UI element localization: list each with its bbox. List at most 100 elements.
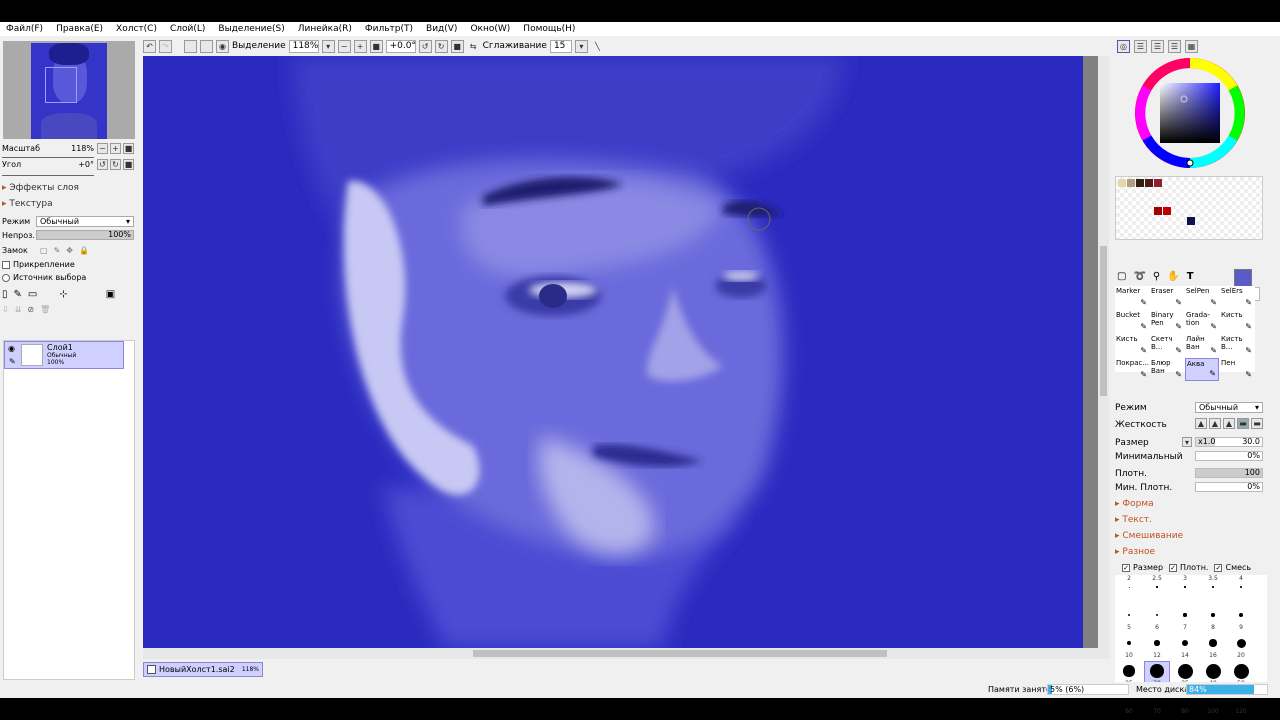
brush-size-dot[interactable] bbox=[1205, 663, 1221, 679]
brush-size-dot[interactable] bbox=[1233, 663, 1249, 679]
brush-tool[interactable]: Блюр Ван ✎ bbox=[1150, 358, 1184, 381]
invert-selection-button[interactable] bbox=[200, 39, 213, 53]
texture-section[interactable]: Текстура bbox=[2, 199, 52, 209]
brush-mode-select[interactable]: Обычный ▾ bbox=[1195, 402, 1263, 413]
lock-move-icon[interactable]: ✥ bbox=[66, 246, 73, 255]
menu-canvas[interactable]: Холст(C) bbox=[116, 24, 157, 34]
rect-select-icon[interactable]: ▢ bbox=[1117, 271, 1126, 282]
texture-section[interactable]: Текст. bbox=[1115, 515, 1152, 525]
brush-tool[interactable]: Покрас... ✎ bbox=[1115, 358, 1149, 381]
rotation-field[interactable]: +0.0° bbox=[385, 39, 416, 53]
undo-button[interactable]: ↶ bbox=[143, 39, 156, 53]
zoom-field[interactable]: 118% bbox=[288, 39, 319, 53]
deselect-button[interactable] bbox=[184, 39, 197, 53]
brush-size-dot[interactable] bbox=[1212, 586, 1214, 588]
brush-size-dot[interactable] bbox=[1183, 613, 1187, 617]
brush-size-dot[interactable] bbox=[1236, 638, 1246, 648]
line-tool-icon[interactable]: ╲ bbox=[591, 40, 604, 53]
horizontal-scrollbar[interactable] bbox=[143, 648, 1098, 659]
drawing-canvas[interactable] bbox=[143, 56, 1083, 648]
new-linework-layer-icon[interactable]: ✎ bbox=[14, 289, 22, 300]
menu-edit[interactable]: Правка(E) bbox=[56, 24, 103, 34]
zoom-reset-button[interactable]: ■ bbox=[369, 39, 383, 53]
opacity-slider[interactable]: 100% bbox=[36, 230, 134, 240]
brush-tool[interactable]: SelPen ✎ bbox=[1185, 286, 1219, 309]
brush-size-dot[interactable] bbox=[1150, 664, 1164, 678]
rotate-right-button[interactable]: ↻ bbox=[434, 39, 448, 53]
text-tool-icon[interactable]: T bbox=[1187, 271, 1194, 282]
blend-mode-select[interactable]: Обычный ▾ bbox=[36, 216, 134, 227]
swatch[interactable] bbox=[1118, 179, 1126, 187]
brush-size-dot[interactable] bbox=[1128, 586, 1130, 588]
hsv-slider-tab[interactable]: ☰ bbox=[1151, 40, 1164, 53]
brush-tool[interactable]: Grada- tion ✎ bbox=[1185, 310, 1219, 333]
new-folder-icon[interactable]: ▭ bbox=[28, 289, 37, 300]
menu-layer[interactable]: Слой(L) bbox=[170, 24, 205, 34]
menu-filter[interactable]: Фильтр(T) bbox=[365, 24, 413, 34]
angle-slider[interactable] bbox=[2, 172, 94, 176]
brush-tool[interactable]: Binary Pen ✎ bbox=[1150, 310, 1184, 333]
brush-tool[interactable]: Лайн Ван ✎ bbox=[1185, 334, 1219, 357]
rotate-reset-button[interactable]: ■ bbox=[450, 39, 464, 53]
ruler-layer-icon[interactable]: ⊹ bbox=[59, 289, 67, 300]
selection-source-row[interactable]: Источник выбора bbox=[2, 273, 86, 282]
brush-size-dot[interactable] bbox=[1154, 640, 1160, 646]
brush-tool[interactable]: Кисть В... ✎ bbox=[1220, 334, 1254, 357]
menu-window[interactable]: Окно(W) bbox=[470, 24, 510, 34]
lock-icon[interactable]: 🔒 bbox=[79, 246, 89, 255]
flip-icon[interactable]: ⇆ bbox=[467, 40, 480, 53]
min-density-field[interactable]: 0% bbox=[1195, 482, 1263, 492]
menu-view[interactable]: Вид(V) bbox=[426, 24, 457, 34]
brush-tool[interactable]: Аква ✎ bbox=[1185, 358, 1219, 381]
checkbox[interactable]: ✓ bbox=[1214, 564, 1223, 572]
merge-down-icon[interactable]: ⇊ bbox=[15, 305, 22, 314]
menu-help[interactable]: Помощь(H) bbox=[523, 24, 575, 34]
shape-section[interactable]: Форма bbox=[1115, 499, 1153, 509]
angle-left-button[interactable]: ↺ bbox=[97, 159, 108, 170]
lasso-icon[interactable]: ➰ bbox=[1133, 271, 1145, 282]
vertical-scroll-thumb[interactable] bbox=[1100, 246, 1107, 396]
brush-size-dot[interactable] bbox=[1177, 663, 1193, 679]
visibility-eye-icon[interactable]: ◉ bbox=[8, 344, 15, 353]
navigator-view-rect[interactable] bbox=[45, 67, 77, 103]
brush-tool[interactable]: Eraser ✎ bbox=[1150, 286, 1184, 309]
mixer-tab[interactable]: ☰ bbox=[1168, 40, 1181, 53]
brush-size-dot[interactable] bbox=[1184, 586, 1186, 588]
clipping-checkbox[interactable] bbox=[2, 260, 10, 269]
brush-size-dot[interactable] bbox=[1155, 613, 1159, 617]
vertical-scrollbar[interactable] bbox=[1098, 56, 1109, 659]
clipping-row[interactable]: Прикрепление bbox=[2, 260, 75, 269]
selection-source-radio[interactable] bbox=[2, 273, 10, 282]
hardness-3[interactable]: ▲ bbox=[1223, 418, 1235, 429]
misc-section[interactable]: Разное bbox=[1115, 547, 1155, 557]
swatch[interactable] bbox=[1154, 179, 1162, 187]
scale-minus-button[interactable]: − bbox=[97, 143, 108, 154]
checkbox[interactable]: ✓ bbox=[1169, 564, 1178, 572]
min-size-field[interactable]: 0% bbox=[1195, 451, 1263, 461]
horizontal-scroll-thumb[interactable] bbox=[473, 650, 887, 657]
hardness-5[interactable]: ▬ bbox=[1251, 418, 1263, 429]
density-field[interactable]: 100 bbox=[1195, 468, 1263, 478]
redo-button[interactable]: ↷ bbox=[159, 39, 172, 53]
brush-size-dot[interactable] bbox=[1126, 640, 1132, 646]
zoom-in-button[interactable]: + bbox=[353, 39, 367, 53]
swatch[interactable] bbox=[1136, 179, 1144, 187]
brush-tool[interactable]: Пен ✎ bbox=[1220, 358, 1254, 381]
layer-item[interactable]: ◉ ✎ Слой1 Обычный 100% bbox=[4, 341, 124, 369]
magic-wand-icon[interactable]: ⚲ bbox=[1153, 271, 1160, 282]
zoom-dropdown[interactable]: ▾ bbox=[321, 39, 335, 53]
brush-tool[interactable]: Скетч В... ✎ bbox=[1150, 334, 1184, 357]
layer-pen-icon[interactable]: ✎ bbox=[9, 357, 16, 366]
new-layer-icon[interactable]: ▯ bbox=[2, 289, 8, 300]
color-wheel[interactable] bbox=[1134, 57, 1246, 169]
menu-ruler[interactable]: Линейка(R) bbox=[298, 24, 352, 34]
hardness-4[interactable]: ▬ bbox=[1237, 418, 1249, 429]
transfer-down-icon[interactable]: ⇩ bbox=[2, 305, 9, 314]
color-wheel-tab[interactable]: ◎ bbox=[1117, 40, 1130, 53]
scale-reset-button[interactable]: ■ bbox=[123, 143, 134, 154]
blending-section[interactable]: Смешивание bbox=[1115, 531, 1183, 541]
hardness-2[interactable]: ▲ bbox=[1209, 418, 1221, 429]
size-field[interactable]: x1.0 30.0 bbox=[1195, 437, 1263, 447]
brush-size-dot[interactable] bbox=[1156, 586, 1158, 588]
brush-size-dot[interactable] bbox=[1181, 639, 1189, 647]
